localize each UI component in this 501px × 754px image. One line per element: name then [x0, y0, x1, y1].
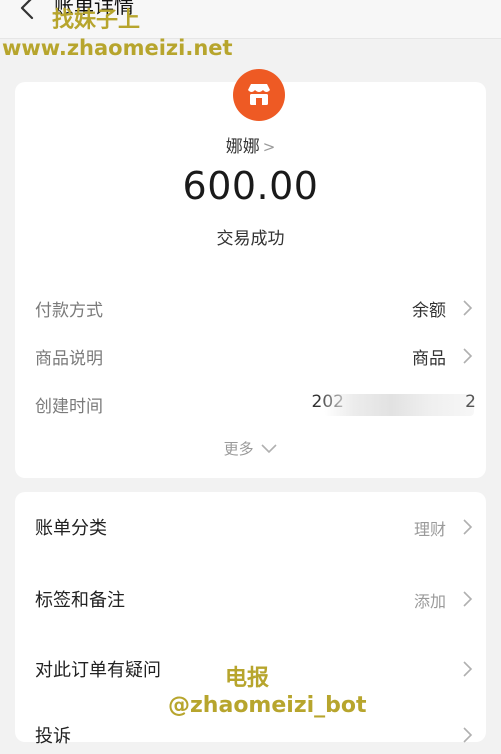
shop-logo [233, 69, 285, 121]
chevron-down-icon [261, 444, 277, 454]
action-value: 理财 [413, 520, 446, 539]
store-icon [248, 84, 270, 105]
action-row-complaint[interactable]: 投诉 [15, 714, 486, 754]
chevron-right-icon [463, 519, 473, 535]
bill-summary-card: 娜娜> 600.00 交易成功 付款方式 余额 商品说明 商品 创建时间 202… [15, 69, 486, 478]
redaction-blur [324, 394, 474, 416]
detail-label: 付款方式 [35, 301, 103, 321]
watermark-text: 找妹子上 [52, 8, 141, 33]
more-label: 更多 [223, 440, 254, 458]
chevron-right-icon [463, 300, 473, 316]
detail-row-product-description[interactable]: 商品说明 商品 [15, 340, 486, 370]
detail-value: 商品 [412, 349, 446, 369]
watermark-handle: @zhaomeizi_bot [168, 693, 367, 718]
detail-row-created-time: 创建时间 202 2 [15, 388, 486, 418]
payee-name: 娜娜 [225, 137, 260, 157]
detail-value-end: 2 [465, 392, 476, 412]
chevron-right-icon [463, 661, 473, 677]
back-arrow-icon [20, 0, 34, 20]
chevron-right-icon [463, 727, 473, 743]
transaction-amount: 600.00 [182, 164, 319, 208]
action-label: 对此订单有疑问 [35, 660, 161, 681]
chevron-right-icon [463, 348, 473, 364]
more-toggle[interactable]: 更多 [15, 438, 486, 459]
chevron-right-icon [463, 591, 473, 607]
back-button[interactable] [14, 0, 42, 24]
action-label: 投诉 [35, 726, 71, 747]
action-label: 账单分类 [35, 518, 107, 539]
action-value: 添加 [413, 592, 446, 611]
transaction-status: 交易成功 [216, 229, 285, 249]
watermark-text: 电报 [225, 666, 270, 691]
action-row-tags-notes[interactable]: 标签和备注 添加 [15, 578, 486, 618]
payee-link[interactable]: 娜娜 > [15, 132, 486, 157]
detail-value: 余额 [412, 301, 446, 321]
detail-label: 商品说明 [35, 349, 103, 369]
watermark-url: www.zhaomeizi.net [2, 36, 233, 60]
detail-label: 创建时间 [35, 397, 103, 417]
chevron-right-icon: > [262, 138, 276, 156]
detail-row-payment-method[interactable]: 付款方式 余额 [15, 292, 486, 322]
action-label: 标签和备注 [35, 590, 125, 611]
action-row-bill-category[interactable]: 账单分类 理财 [15, 506, 486, 546]
